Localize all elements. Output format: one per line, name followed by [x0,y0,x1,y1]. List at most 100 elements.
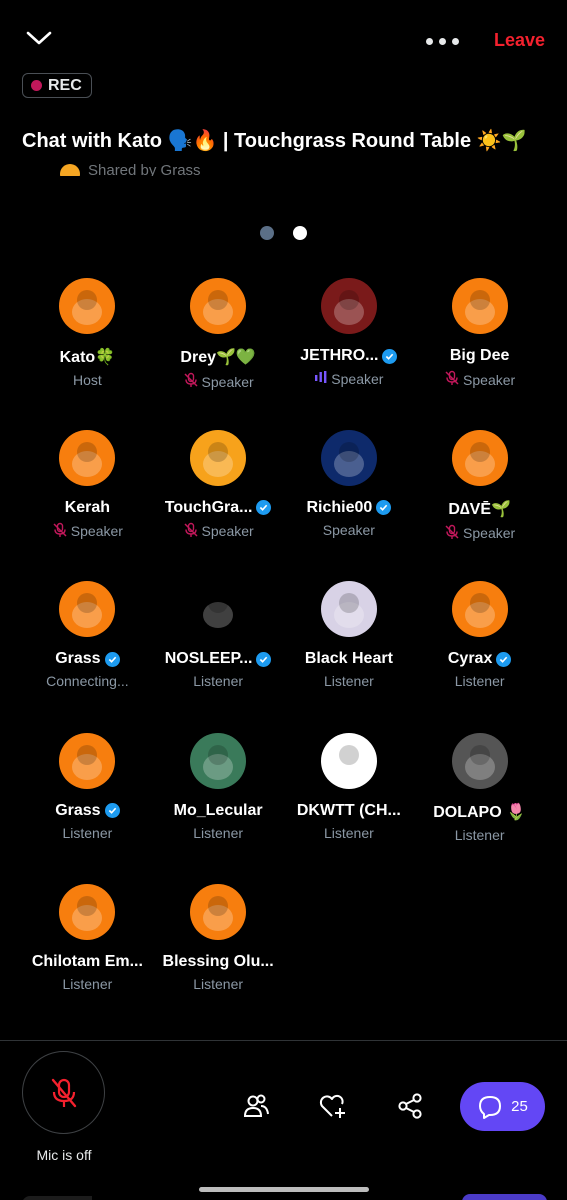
participant-name-row: DOLAPO 🌷 [433,802,526,822]
pepe-frog-avatar[interactable] [190,884,247,940]
mic-toggle-button[interactable] [22,1051,105,1134]
participant-name-row: Richie00 [306,499,392,517]
verified-badge-icon [104,651,120,667]
participant-card[interactable]: Blessing Olu... Listener [153,884,284,1036]
shared-by-text: Shared by Grass [88,162,201,176]
participant-role-row: Speaker [323,522,375,538]
frog-headphones-avatar[interactable] [451,581,508,637]
verified-badge-icon [256,651,272,667]
share-icon[interactable] [396,1092,424,1120]
chat-button[interactable]: 25 [460,1082,545,1131]
divider [0,1040,567,1041]
peek-element [22,1196,92,1200]
chevron-down-icon[interactable] [26,28,52,48]
participant-card[interactable]: Mo_Lecular Listener [153,732,284,885]
participant-role-row: Listener [324,825,374,841]
participant-name: Kerah [64,498,111,516]
page-dot-2-active[interactable] [293,226,307,240]
participants-icon[interactable] [242,1092,270,1120]
pepe-frog-avatar[interactable] [59,884,116,940]
participant-role: Speaker [70,523,123,539]
verified-badge-icon [376,500,392,515]
masked-figure-avatar[interactable] [320,732,377,789]
participant-name-row: Grass [55,801,120,820]
participant-name: DKWTT (CH... [296,801,401,819]
verified-badge-icon [104,803,120,818]
participant-name: Grass [55,650,101,667]
mic-muted-icon [52,522,68,541]
participant-name-row: D∆VĒ🌱 [448,499,511,519]
pepe-frog-avatar[interactable] [59,429,116,486]
grass-frog-avatar[interactable] [59,732,116,789]
robot-armor-avatar[interactable] [320,278,377,334]
participant-role-row: Listener [62,825,112,841]
participant-name: JETHRO... [300,347,379,364]
participant-name: Black Heart [304,650,393,667]
participant-name: Grass [55,801,101,819]
participant-role: Speaker [322,521,375,538]
frog-beanie-avatar[interactable] [451,278,508,334]
record-dot-icon [31,80,42,91]
green-monster-avatar[interactable] [190,278,247,334]
participant-card[interactable]: Drey🌱💚 Speaker [153,278,284,430]
participant-role: Listener [193,824,244,841]
verified-badge-icon [496,651,512,667]
participant-card[interactable]: D∆VĒ🌱 Speaker [414,429,545,582]
top-bar: Leave [22,22,545,58]
page-dot-1[interactable] [260,226,274,240]
frog-shades-avatar[interactable] [451,429,508,486]
participant-name-row: NOSLEEP... [165,650,272,668]
participant-name-row: Chilotam Em... [32,953,143,971]
participant-name: Big Dee [449,347,510,364]
participant-role: Listener [193,673,244,689]
participant-role-row: Speaker [183,372,254,391]
bw-portrait-avatar[interactable] [451,732,508,789]
participant-role: Speaker [201,373,254,390]
home-indicator[interactable] [199,1187,369,1192]
teddy-bear-avatar[interactable] [320,581,377,637]
participant-role: Listener [62,824,113,841]
shared-by-row: Shared by Grass [60,156,260,176]
participant-name-row: Drey🌱💚 [180,347,255,367]
participant-card[interactable]: DKWTT (CH... Listener [284,732,415,885]
chat-bubble-icon [479,1095,502,1119]
participant-role-row: Listener [193,673,243,689]
frog-hat-avatar[interactable] [59,278,116,334]
participant-card[interactable]: NOSLEEP... Listener [153,581,284,733]
participant-role: Listener [193,976,244,992]
leave-button[interactable]: Leave [494,30,545,51]
participant-role-row: Listener [455,673,505,689]
participant-card[interactable]: Grass Listener [22,732,153,885]
sunrise-logo-avatar[interactable] [190,429,247,486]
participant-name: NOSLEEP... [164,650,253,667]
participant-card[interactable]: Kerah Speaker [22,429,153,582]
grass-frog-avatar[interactable] [59,581,116,637]
participant-card[interactable]: Black Heart Listener [284,581,415,733]
participant-card[interactable]: Richie00 Speaker [284,429,415,582]
participants-grid: Kato🍀 Host Drey🌱💚 Speaker JETHRO... Speaker Bi… [22,278,545,1036]
more-options-icon[interactable] [426,38,459,45]
heart-plus-icon[interactable] [318,1092,346,1120]
participant-card[interactable]: Chilotam Em... Listener [22,884,153,1036]
participant-role-row: Speaker [444,524,515,543]
participant-name-row: Blessing Olu... [163,953,274,971]
mic-muted-icon [444,524,460,543]
participant-role-row: Speaker [52,522,123,541]
participant-card[interactable]: Cyrax Listener [414,581,545,733]
participant-card[interactable]: Grass Connecting... [22,581,153,733]
participant-card[interactable]: TouchGra... Speaker [153,429,284,582]
mic-muted-icon [444,370,460,389]
participant-card[interactable]: DOLAPO 🌷 Listener [414,732,545,885]
colorful-portrait-avatar[interactable] [190,732,247,789]
participant-card[interactable]: JETHRO... Speaker [284,278,415,430]
participant-card[interactable]: Big Dee Speaker [414,278,545,430]
participant-name: Kato🍀 [59,349,116,366]
participant-card[interactable]: Kato🍀 Host [22,278,153,430]
mic-muted-icon [183,522,199,541]
crowned-creature-avatar[interactable] [190,581,247,637]
cartoon-boy-avatar[interactable] [320,429,377,486]
participant-role-row: Speaker [314,370,383,387]
participant-name: Blessing Olu... [162,953,274,970]
participant-name: Cyrax [447,650,493,667]
participant-role: Speaker [331,370,384,387]
